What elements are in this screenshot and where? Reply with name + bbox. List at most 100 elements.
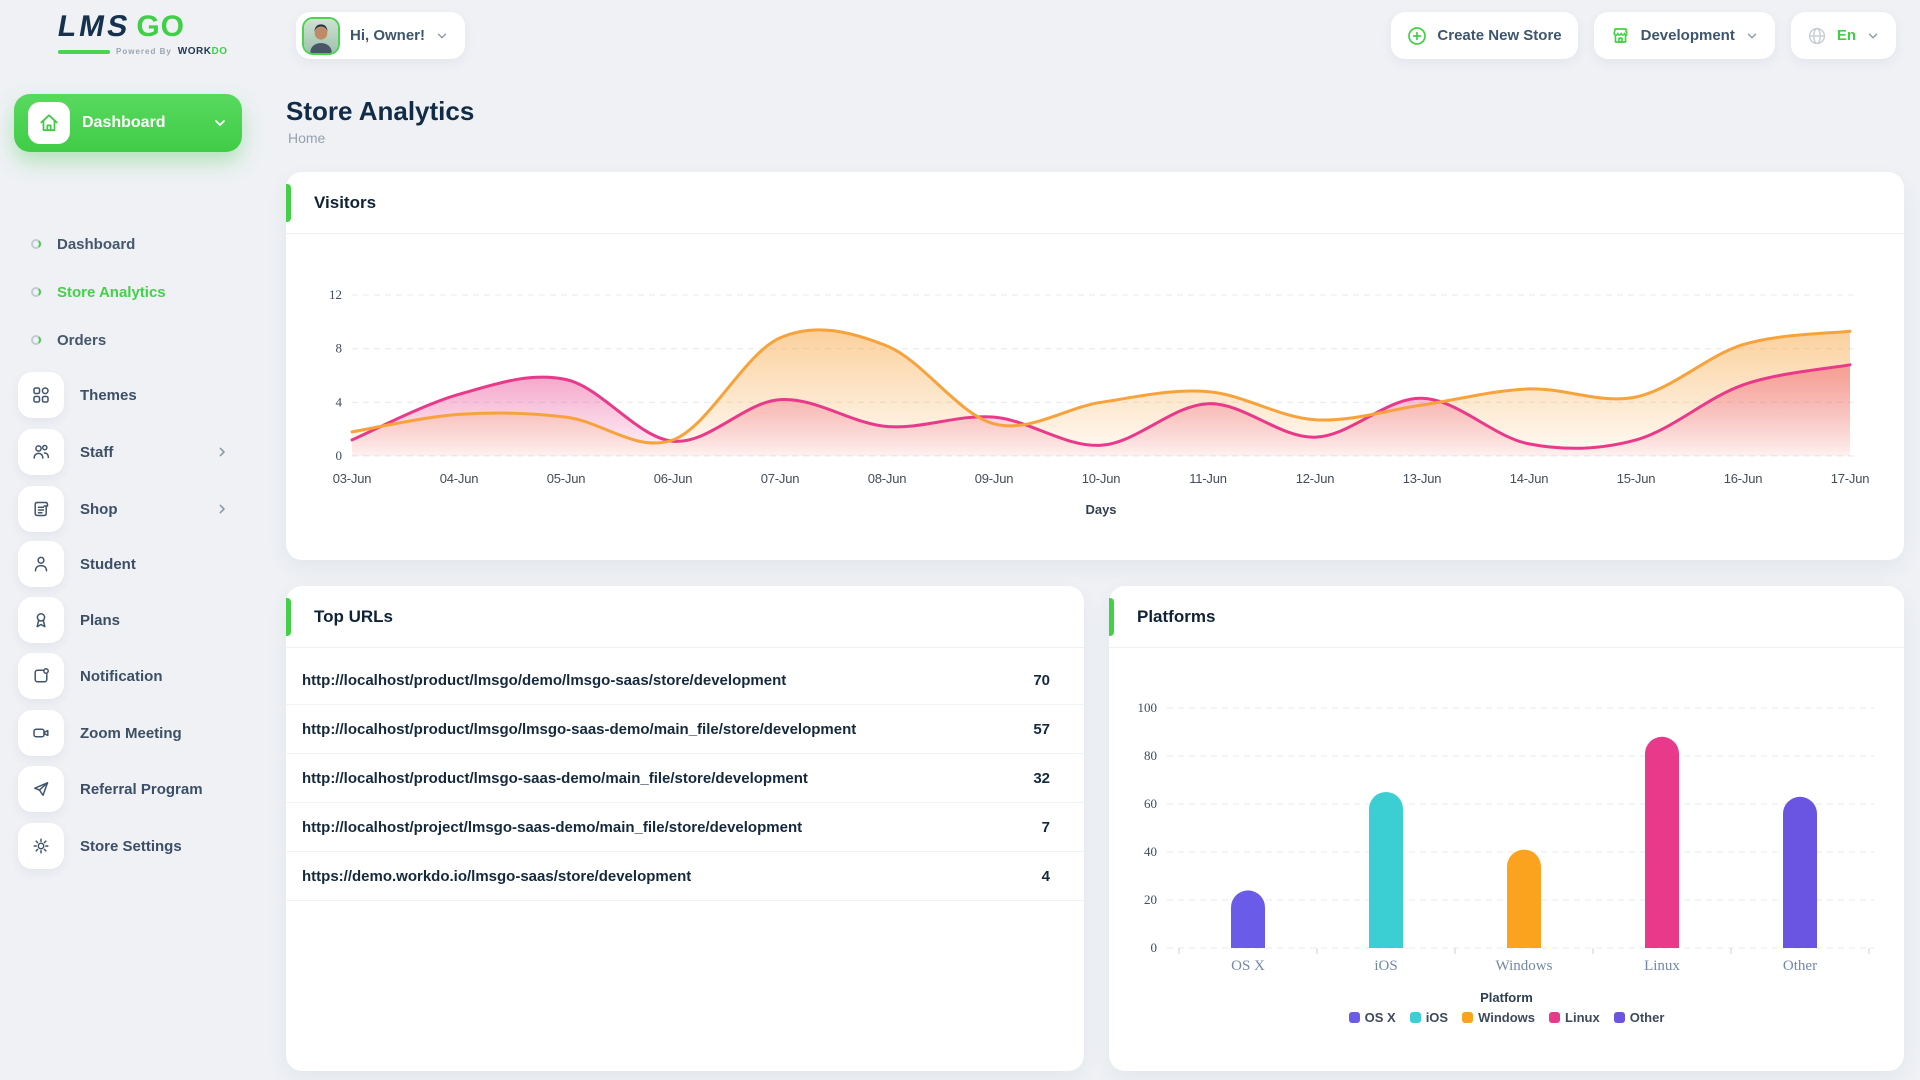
legend-title: Platform	[1109, 990, 1904, 1005]
url-count: 70	[1033, 672, 1050, 689]
sidebar-item-dashboard[interactable]: Dashboard	[30, 224, 242, 264]
sidebar-item-label: Notification	[80, 668, 163, 685]
svg-text:06-Jun: 06-Jun	[654, 471, 693, 486]
legend-item[interactable]: Other	[1614, 1010, 1665, 1025]
svg-text:12: 12	[329, 287, 342, 302]
language-selector-button[interactable]: En	[1791, 12, 1896, 59]
sidebar-item-themes[interactable]: Themes	[18, 372, 246, 418]
chevron-right-icon	[214, 501, 230, 517]
chevron-right-icon	[214, 444, 230, 460]
url-text: http://localhost/product/lmsgo-saas-demo…	[302, 770, 808, 787]
card-accent-bar	[286, 184, 291, 222]
sidebar-item-referral-program[interactable]: Referral Program	[18, 766, 246, 812]
home-icon	[28, 102, 70, 144]
svg-text:09-Jun: 09-Jun	[975, 471, 1014, 486]
chevron-down-icon	[1745, 29, 1759, 43]
sidebar-item-label: Orders	[57, 332, 106, 349]
create-new-store-button[interactable]: Create New Store	[1391, 12, 1577, 59]
store-selector-button[interactable]: Development	[1594, 12, 1775, 59]
url-text: http://localhost/product/lmsgo/demo/lmsg…	[302, 672, 786, 689]
top-bar: LMS GO Powered By WORKDO Hi, Owner!	[0, 0, 1920, 72]
url-count: 4	[1042, 868, 1050, 885]
top-urls-card-title: Top URLs	[314, 607, 393, 627]
platforms-card-title: Platforms	[1137, 607, 1215, 627]
url-row[interactable]: http://localhost/product/lmsgo-saas-demo…	[286, 754, 1084, 803]
svg-text:Days: Days	[1085, 502, 1116, 517]
sidebar-item-student[interactable]: Student	[18, 541, 246, 587]
svg-text:0: 0	[1151, 940, 1158, 955]
svg-text:iOS: iOS	[1374, 958, 1397, 974]
svg-text:03-Jun: 03-Jun	[333, 471, 372, 486]
logo-text-lms: LMS	[55, 10, 133, 44]
chevron-down-icon	[1866, 29, 1880, 43]
sidebar-item-zoom-meeting[interactable]: Zoom Meeting	[18, 710, 246, 756]
legend-item[interactable]: OS X	[1349, 1010, 1396, 1025]
svg-text:20: 20	[1144, 892, 1157, 907]
url-count: 57	[1033, 721, 1050, 738]
sidebar-item-store-settings[interactable]: Store Settings	[18, 823, 246, 869]
url-row[interactable]: http://localhost/project/lmsgo-saas-demo…	[286, 803, 1084, 852]
url-row[interactable]: http://localhost/product/lmsgo/lmsgo-saa…	[286, 705, 1084, 754]
sidebar: Dashboard Dashboard Store Analytics Orde…	[0, 72, 260, 1080]
visitors-area-chart: 0481203-Jun04-Jun05-Jun06-Jun07-Jun08-Ju…	[286, 234, 1904, 560]
user-greeting: Hi, Owner!	[350, 27, 425, 44]
sidebar-item-staff[interactable]: Staff	[18, 429, 246, 475]
svg-text:16-Jun: 16-Jun	[1724, 471, 1763, 486]
language-label: En	[1837, 27, 1856, 44]
sidebar-item-dashboard-parent[interactable]: Dashboard	[14, 94, 242, 152]
bullet-ring-icon	[30, 286, 42, 298]
visitors-card: Visitors 0481203-Jun04-Jun05-Jun06-Jun07…	[286, 172, 1904, 560]
sidebar-item-notification[interactable]: Notification	[18, 653, 246, 699]
sidebar-item-orders[interactable]: Orders	[30, 320, 242, 360]
legend-item[interactable]: Windows	[1462, 1010, 1535, 1025]
legend-swatch	[1614, 1012, 1625, 1023]
card-accent-bar	[286, 598, 291, 636]
legend-swatch	[1349, 1012, 1360, 1023]
svg-text:4: 4	[336, 394, 343, 409]
url-text: http://localhost/project/lmsgo-saas-demo…	[302, 819, 802, 836]
svg-text:04-Jun: 04-Jun	[440, 471, 479, 486]
svg-text:40: 40	[1144, 844, 1157, 859]
powered-by-label: Powered By	[116, 47, 172, 56]
user-menu-button[interactable]: Hi, Owner!	[296, 12, 465, 59]
svg-text:Windows: Windows	[1496, 958, 1553, 974]
legend-swatch	[1462, 1012, 1473, 1023]
breadcrumb[interactable]: Home	[288, 130, 325, 146]
paper-plane-icon	[18, 766, 64, 812]
chart-legend: Platform OS X iOS Windows Linux Other	[1109, 990, 1904, 1025]
url-row[interactable]: https://demo.workdo.io/lmsgo-saas/store/…	[286, 852, 1084, 901]
svg-text:07-Jun: 07-Jun	[761, 471, 800, 486]
svg-text:15-Jun: 15-Jun	[1617, 471, 1656, 486]
storefront-icon	[1610, 25, 1631, 46]
visitors-card-title: Visitors	[314, 193, 376, 213]
sidebar-item-label: Referral Program	[80, 781, 203, 798]
legend-label: iOS	[1426, 1010, 1448, 1025]
create-new-store-label: Create New Store	[1437, 27, 1561, 44]
legend-item[interactable]: Linux	[1549, 1010, 1600, 1025]
plans-award-icon	[18, 597, 64, 643]
url-text: https://demo.workdo.io/lmsgo-saas/store/…	[302, 868, 691, 885]
svg-text:17-Jun: 17-Jun	[1831, 471, 1870, 486]
sidebar-item-label: Dashboard	[82, 114, 200, 132]
sidebar-item-plans[interactable]: Plans	[18, 597, 246, 643]
svg-text:80: 80	[1144, 748, 1157, 763]
sidebar-item-store-analytics[interactable]: Store Analytics	[30, 272, 242, 312]
top-urls-card: Top URLs http://localhost/product/lmsgo/…	[286, 586, 1084, 1071]
page-title: Store Analytics	[286, 96, 474, 127]
legend-swatch	[1549, 1012, 1560, 1023]
svg-text:OS X: OS X	[1231, 958, 1265, 974]
svg-text:11-Jun: 11-Jun	[1189, 471, 1227, 486]
sidebar-item-shop[interactable]: Shop	[18, 486, 246, 532]
globe-icon	[1807, 26, 1827, 46]
sidebar-item-label: Plans	[80, 612, 120, 629]
url-row[interactable]: http://localhost/product/lmsgo/demo/lmsg…	[286, 656, 1084, 705]
staff-people-icon	[18, 429, 64, 475]
sidebar-item-label: Staff	[80, 444, 113, 461]
url-text: http://localhost/product/lmsgo/lmsgo-saa…	[302, 721, 856, 738]
url-count: 7	[1042, 819, 1050, 836]
svg-text:Other: Other	[1783, 958, 1817, 974]
sidebar-item-label: Student	[80, 556, 136, 573]
legend-item[interactable]: iOS	[1410, 1010, 1448, 1025]
sidebar-item-label: Store Settings	[80, 838, 182, 855]
app-logo[interactable]: LMS GO Powered By WORKDO	[58, 10, 248, 57]
